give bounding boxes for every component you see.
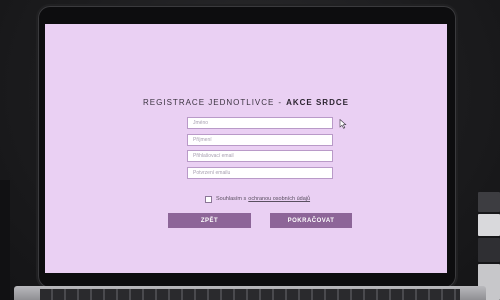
laptop-screen: REGISTRACE JEDNOTLIVCE-AKCE SRDCE Souhla… (45, 24, 447, 273)
mouse-cursor-icon (339, 119, 347, 129)
laptop-photo: REGISTRACE JEDNOTLIVCE-AKCE SRDCE Souhla… (0, 0, 500, 300)
title-separator: - (278, 98, 283, 107)
keyboard (40, 289, 460, 300)
background-object (0, 180, 10, 300)
consent-checkbox[interactable] (205, 195, 212, 203)
consent-row: Souhlasím s ochranou osobních údajů (205, 194, 310, 204)
back-button[interactable]: ZPĚT (168, 213, 251, 228)
book-stack (478, 192, 500, 300)
page-title: REGISTRACE JEDNOTLIVCE - AKCE SRDCE (45, 98, 447, 107)
first-name-field[interactable] (187, 117, 333, 129)
last-name-field[interactable] (187, 134, 333, 146)
login-email-field[interactable] (187, 150, 333, 162)
confirm-email-field[interactable] (187, 167, 333, 179)
title-event: AKCE SRDCE (286, 98, 349, 107)
privacy-policy-link[interactable]: ochranou osobních údajů (248, 196, 310, 202)
title-main: REGISTRACE JEDNOTLIVCE (143, 98, 275, 107)
consent-label: Souhlasím s (216, 196, 247, 202)
continue-button[interactable]: POKRAČOVAT (270, 213, 352, 228)
